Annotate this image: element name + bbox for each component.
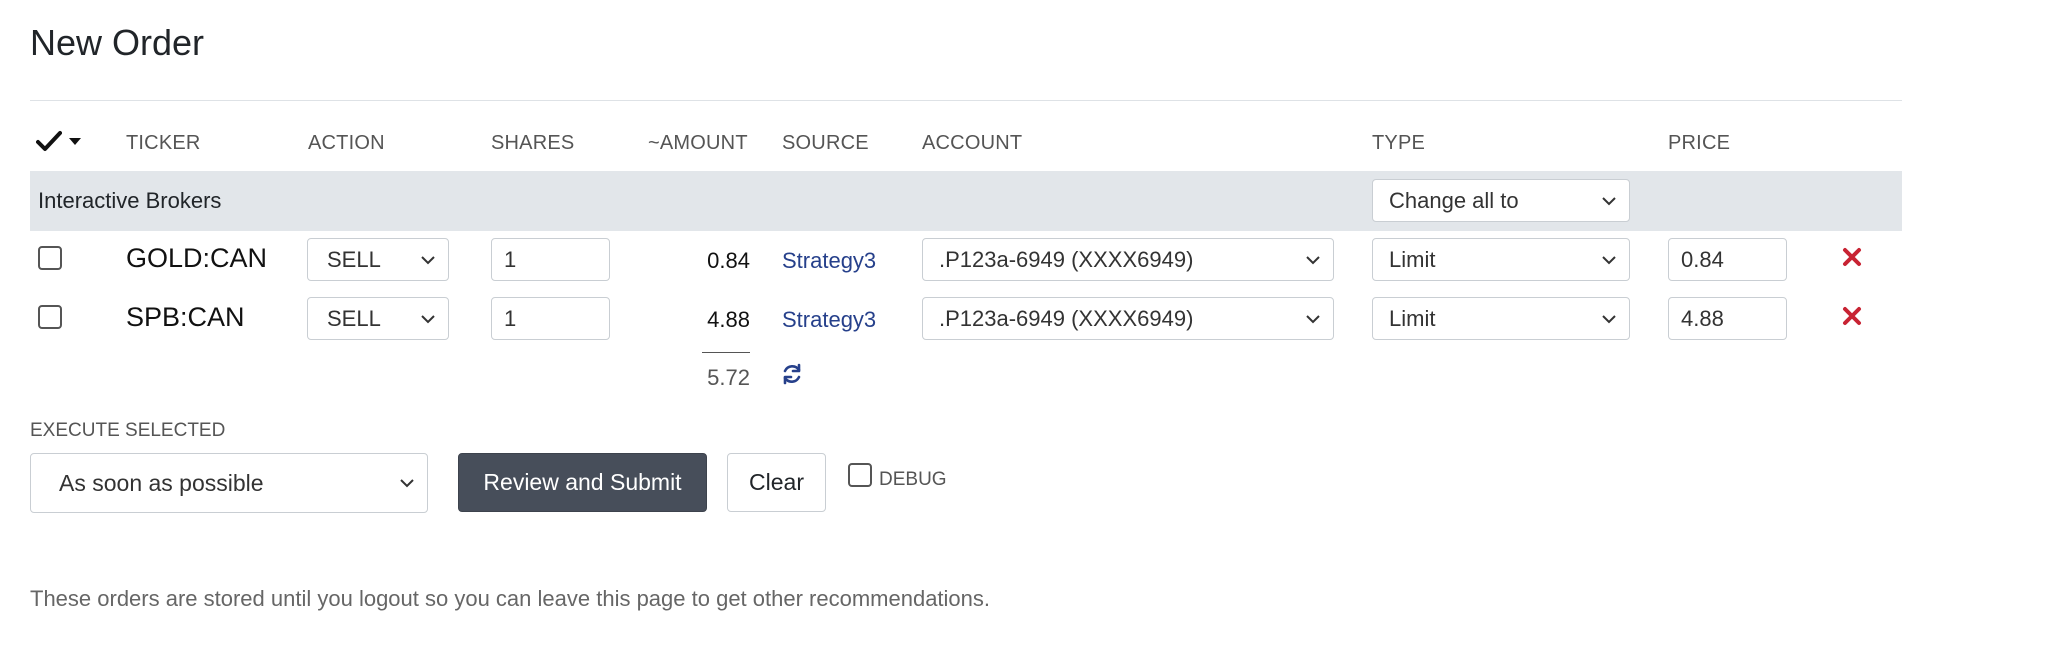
chevron-down-icon <box>1306 255 1320 264</box>
action-value: SELL <box>327 305 381 331</box>
action-select[interactable]: SELL <box>307 297 449 340</box>
close-x-icon[interactable] <box>1842 247 1862 267</box>
chevron-down-icon <box>1306 314 1320 323</box>
execute-selected-label: EXECUTE SELECTED <box>30 420 226 441</box>
account-select[interactable]: .P123a-6949 (XXXX6949) <box>922 297 1334 340</box>
chevron-down-icon <box>421 314 435 323</box>
order-type-select[interactable]: Limit <box>1372 238 1630 281</box>
caret-down-icon <box>69 138 81 145</box>
debug-label: DEBUG <box>879 469 947 490</box>
broker-group-row: Interactive Brokers Change all to <box>30 171 1902 231</box>
page-title: New Order <box>30 22 205 63</box>
price-input[interactable]: 0.84 <box>1668 238 1787 281</box>
column-header-source: SOURCE <box>782 132 869 154</box>
close-x-icon[interactable] <box>1842 306 1862 326</box>
storage-note: These orders are stored until you logout… <box>30 586 991 611</box>
chevron-down-icon <box>1602 255 1616 264</box>
shares-input[interactable]: 1 <box>491 297 610 340</box>
action-select[interactable]: SELL <box>307 238 449 281</box>
action-value: SELL <box>327 246 381 272</box>
execution-timing-value: As soon as possible <box>59 469 264 496</box>
chevron-down-icon <box>421 255 435 264</box>
account-value: .P123a-6949 (XXXX6949) <box>939 246 1194 272</box>
account-select[interactable]: .P123a-6949 (XXXX6949) <box>922 238 1334 281</box>
change-all-type-value: Change all to <box>1389 187 1519 213</box>
refresh-icon[interactable] <box>780 362 804 386</box>
total-amount: 5.72 <box>707 365 750 390</box>
row-select-checkbox[interactable] <box>38 305 62 329</box>
ticker-symbol: SPB:CAN <box>126 302 245 332</box>
title-divider <box>30 100 1902 101</box>
broker-name: Interactive Brokers <box>38 188 222 213</box>
source-link[interactable]: Strategy3 <box>782 307 876 333</box>
review-and-submit-button[interactable]: Review and Submit <box>458 453 707 512</box>
order-type-value: Limit <box>1389 246 1436 272</box>
column-header-shares: SHARES <box>491 132 575 154</box>
ticker-symbol: GOLD:CAN <box>126 243 268 273</box>
order-type-select[interactable]: Limit <box>1372 297 1630 340</box>
checkmark-icon <box>36 131 62 151</box>
chevron-down-icon <box>400 479 414 488</box>
column-header-ticker: TICKER <box>126 132 201 154</box>
column-header-account: ACCOUNT <box>922 132 1023 154</box>
amount-value: 4.88 <box>707 307 750 332</box>
column-header-price: PRICE <box>1668 132 1731 154</box>
execution-timing-select[interactable]: As soon as possible <box>30 453 428 513</box>
change-all-type-select[interactable]: Change all to <box>1372 179 1630 222</box>
row-select-checkbox[interactable] <box>38 246 62 270</box>
price-input[interactable]: 4.88 <box>1668 297 1787 340</box>
debug-checkbox[interactable] <box>848 463 872 487</box>
clear-button[interactable]: Clear <box>727 453 826 512</box>
amount-value: 0.84 <box>707 248 750 273</box>
source-link[interactable]: Strategy3 <box>782 248 876 274</box>
shares-input[interactable]: 1 <box>491 238 610 281</box>
column-header-type: TYPE <box>1372 132 1426 154</box>
chevron-down-icon <box>1602 314 1616 323</box>
chevron-down-icon <box>1602 196 1616 205</box>
column-header-action: ACTION <box>308 132 385 154</box>
order-type-value: Limit <box>1389 305 1436 331</box>
column-header-amount: ~AMOUNT <box>648 132 748 154</box>
account-value: .P123a-6949 (XXXX6949) <box>939 305 1194 331</box>
total-divider <box>702 352 750 353</box>
select-all-toggle[interactable] <box>36 130 82 152</box>
